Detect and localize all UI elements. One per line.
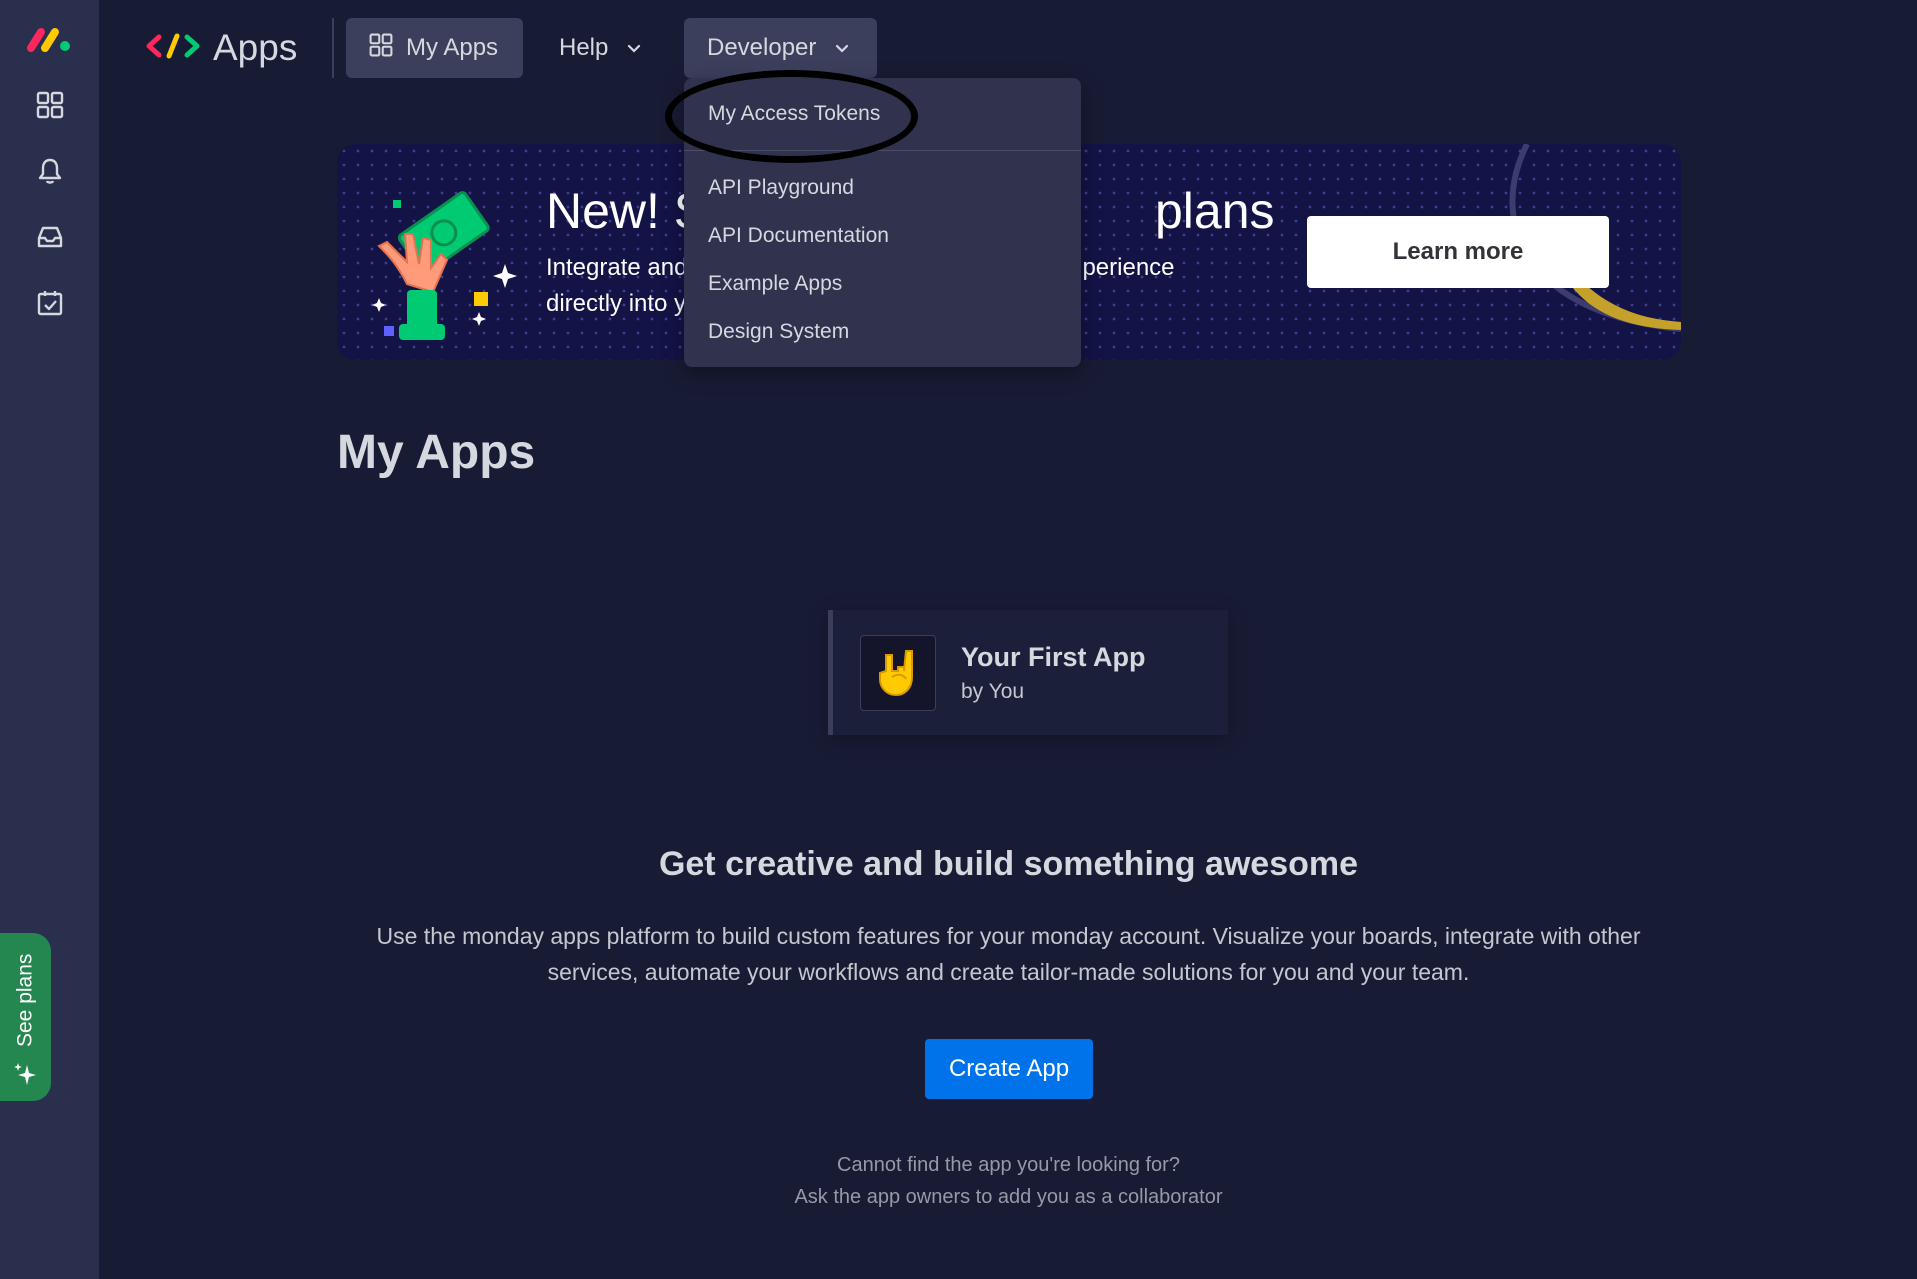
inbox-icon[interactable] [30, 217, 70, 257]
menu-item-example-apps[interactable]: Example Apps [708, 272, 842, 296]
create-app-button[interactable]: Create App [925, 1039, 1093, 1099]
app-name: Your First App [961, 642, 1146, 672]
rock-hand-icon [860, 635, 936, 711]
developer-nav-label: Developer [707, 34, 817, 61]
grid-icon[interactable] [30, 85, 70, 125]
learn-more-button[interactable]: Learn more [1307, 216, 1609, 288]
banner-sub-line1-left: Integrate and [546, 254, 688, 281]
my-apps-nav-button[interactable]: My Apps [346, 18, 523, 78]
monday-logo-icon[interactable] [25, 24, 75, 54]
page-title: My Apps [337, 426, 536, 479]
bell-icon[interactable] [30, 151, 70, 191]
cta-description: Use the monday apps platform to build cu… [350, 918, 1667, 990]
highlight-annotation-ring [665, 70, 918, 163]
banner-headline-left: New! S [546, 183, 708, 239]
banner-headline-right: plans [1154, 183, 1275, 239]
developer-nav-button[interactable]: Developer [684, 18, 877, 78]
footnote-line2: Ask the app owners to add you as a colla… [794, 1186, 1223, 1208]
nav-divider [332, 18, 334, 78]
banner-sub-line1-right: perience [1082, 254, 1175, 281]
menu-item-api-documentation[interactable]: API Documentation [708, 224, 889, 248]
chevron-down-icon [834, 40, 850, 56]
banner-sub-line2-left: directly into y [546, 290, 687, 317]
calendar-check-icon[interactable] [30, 283, 70, 323]
grid-icon [368, 32, 394, 65]
see-plans-label: See plans [13, 953, 37, 1047]
cta-title: Get creative and build something awesome [658, 845, 1359, 883]
brand-label: Apps [213, 27, 298, 68]
code-brackets-icon [145, 31, 201, 66]
help-nav-label: Help [559, 34, 609, 61]
see-plans-button[interactable]: See plans [0, 933, 51, 1101]
footnote: Cannot find the app you're looking for? … [0, 1149, 1917, 1213]
left-rail: See plans [0, 0, 99, 1279]
menu-item-api-playground[interactable]: API Playground [708, 176, 854, 200]
cta-desc-line1: Use the monday apps platform to build cu… [376, 923, 1641, 949]
help-nav-button[interactable]: Help [542, 18, 662, 78]
app-card[interactable]: Your First App by You [828, 610, 1228, 735]
money-hand-illustration [367, 184, 517, 360]
apps-brand[interactable]: Apps [145, 26, 297, 70]
cta-desc-line2: services, automate your workflows and cr… [547, 959, 1470, 985]
menu-item-design-system[interactable]: Design System [708, 320, 849, 344]
app-author: by You [961, 680, 1025, 703]
footnote-line1: Cannot find the app you're looking for? [837, 1154, 1180, 1176]
chevron-down-icon [626, 40, 642, 56]
sparkle-icon [12, 1061, 38, 1092]
my-apps-nav-label: My Apps [406, 34, 499, 61]
